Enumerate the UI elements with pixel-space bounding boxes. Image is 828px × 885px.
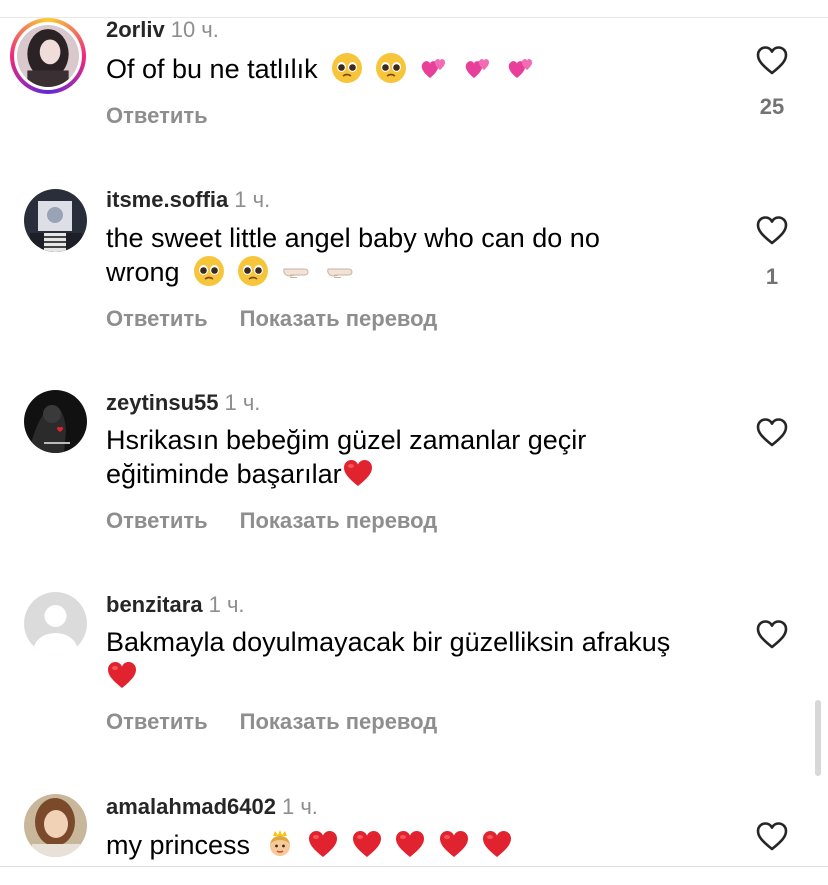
- comment-actions: Ответить Показать перевод: [106, 305, 469, 333]
- avatar[interactable]: [24, 390, 87, 453]
- comment-meta: 2orliv 10 ч.: [106, 16, 219, 44]
- comment-meta: benzitara 1 ч.: [106, 591, 245, 619]
- show-translation-button[interactable]: Показать перевод: [240, 508, 438, 533]
- comment-text: Hsrikasın bebeğim güzel zamanlar geçir e…: [106, 425, 587, 489]
- scrollbar[interactable]: [815, 700, 821, 776]
- default-avatar-icon[interactable]: [24, 592, 87, 655]
- username[interactable]: zeytinsu55: [106, 390, 219, 415]
- comment-actions: Ответить: [106, 102, 240, 130]
- pleading-face-icon: [332, 53, 363, 83]
- comment-actions: Ответить Показать перевод: [106, 708, 469, 736]
- pleading-face-icon: [194, 256, 225, 286]
- pointing-hand-icon: [326, 268, 353, 278]
- pleading-face-icon: [375, 53, 406, 83]
- username[interactable]: amalahmad6402: [106, 794, 276, 819]
- red-heart-icon: [396, 831, 425, 857]
- red-heart-icon: [343, 460, 372, 486]
- reply-button[interactable]: Ответить: [106, 508, 208, 533]
- username[interactable]: itsme.soffia: [106, 187, 228, 212]
- username[interactable]: 2orliv: [106, 17, 165, 42]
- timestamp: 10 ч.: [170, 17, 219, 42]
- red-heart-icon: [439, 831, 468, 857]
- timestamp: 1 ч.: [282, 794, 318, 819]
- comment-text: my princess: [106, 828, 736, 862]
- comment-meta: amalahmad6402 1 ч.: [106, 793, 318, 821]
- pleading-face-icon: [237, 256, 268, 286]
- reply-button[interactable]: Ответить: [106, 306, 208, 331]
- two-hearts-icon: [421, 59, 446, 78]
- timestamp: 1 ч.: [208, 592, 245, 617]
- pointing-hand-icon: [283, 268, 309, 278]
- heart-icon[interactable]: [755, 820, 789, 852]
- reply-button[interactable]: Ответить: [106, 103, 208, 128]
- red-heart-icon: [108, 662, 136, 688]
- red-heart-icon: [309, 831, 338, 857]
- timestamp: 1 ч.: [224, 390, 261, 415]
- bottom-divider: [0, 866, 828, 867]
- heart-icon[interactable]: [755, 44, 789, 76]
- red-heart-icon: [483, 831, 512, 857]
- heart-icon[interactable]: [755, 618, 789, 650]
- show-translation-button[interactable]: Показать перевод: [240, 306, 438, 331]
- comment-text: Of of bu ne tatlılık: [106, 52, 736, 86]
- heart-icon[interactable]: [755, 214, 789, 246]
- like-count: 25: [759, 94, 785, 119]
- heart-icon[interactable]: [755, 416, 789, 448]
- two-hearts-icon: [508, 59, 533, 78]
- avatar[interactable]: [10, 18, 86, 94]
- two-hearts-icon: [465, 59, 489, 78]
- comment-meta: itsme.soffia 1 ч.: [106, 186, 270, 214]
- red-heart-icon: [352, 831, 381, 857]
- username[interactable]: benzitara: [106, 592, 203, 617]
- comment-text: Bakmayla doyulmayacak bir güzelliksin af…: [106, 626, 736, 693]
- comment-meta: zeytinsu55 1 ч.: [106, 389, 260, 417]
- princess-icon: [269, 830, 290, 856]
- comment-text: the sweet little angel baby who can do n…: [106, 223, 600, 287]
- reply-button[interactable]: Ответить: [106, 709, 208, 734]
- show-translation-button[interactable]: Показать перевод: [240, 709, 438, 734]
- avatar[interactable]: [24, 794, 87, 857]
- like-count: 1: [765, 264, 779, 289]
- avatar[interactable]: [24, 189, 87, 252]
- timestamp: 1 ч.: [234, 187, 271, 212]
- comment-actions: Ответить Показать перевод: [106, 507, 469, 535]
